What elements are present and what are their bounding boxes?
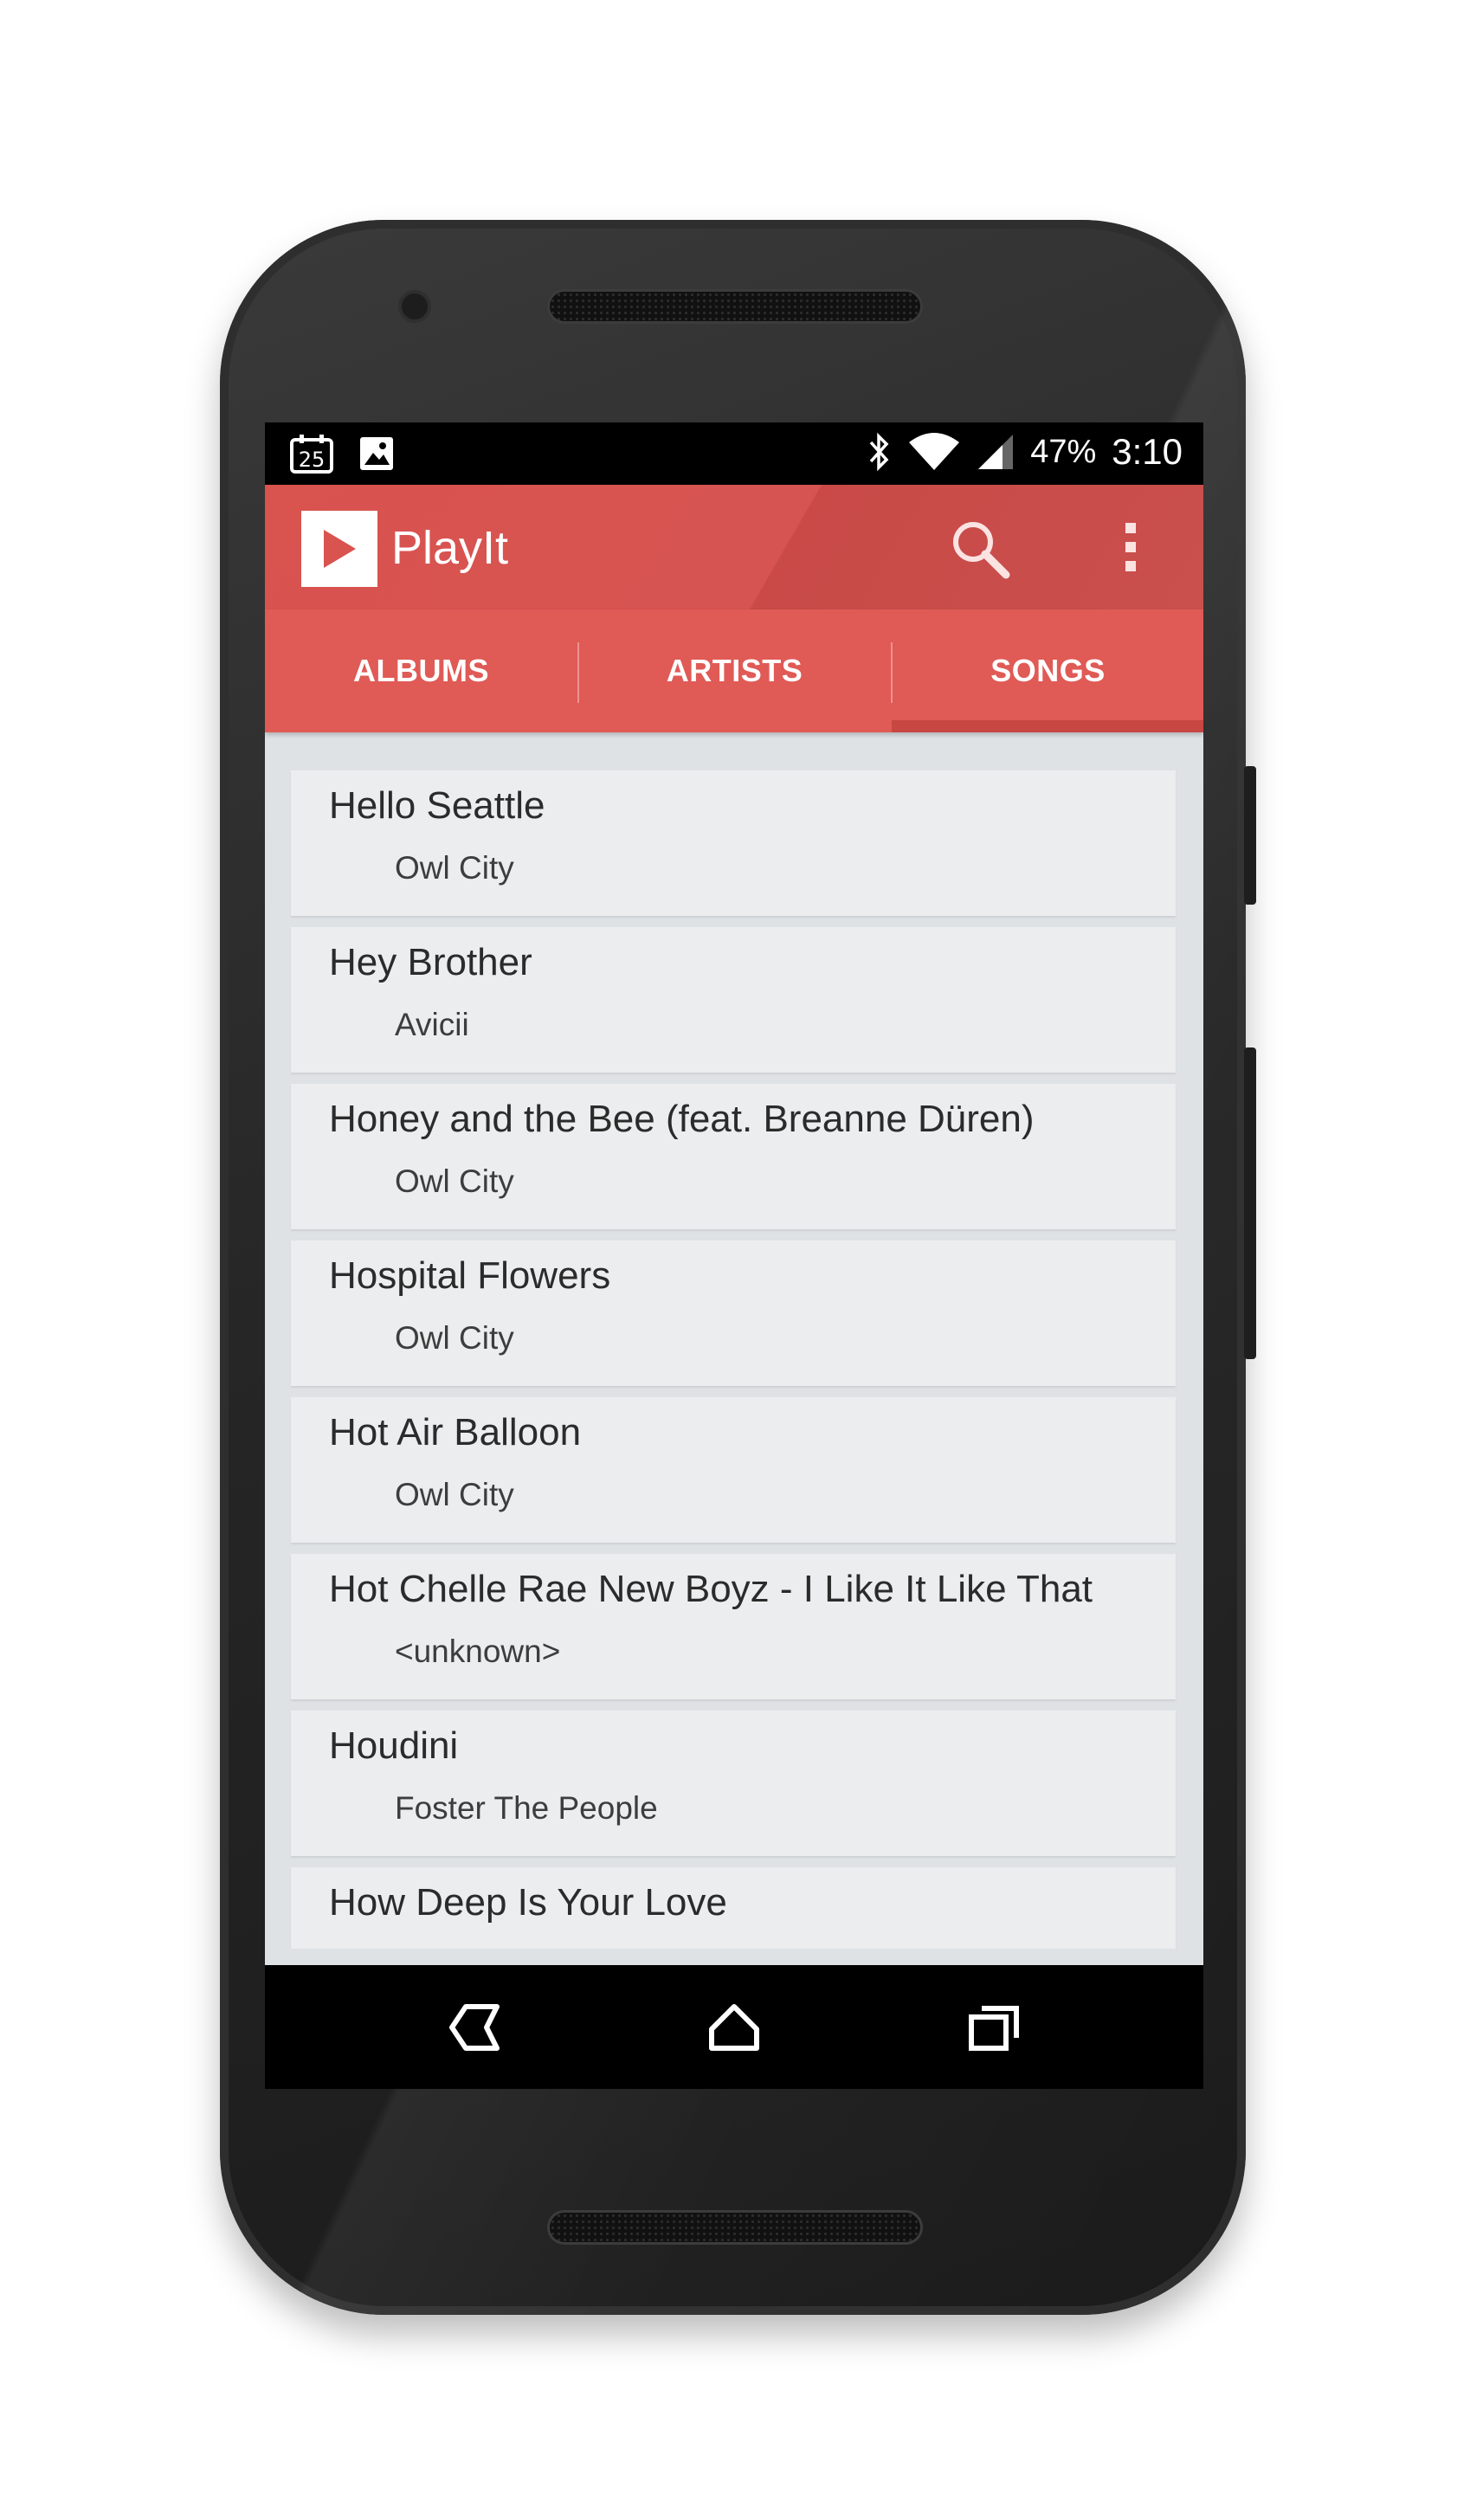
- song-title: Houdini: [329, 1724, 459, 1767]
- navigation-bar: [265, 1965, 1203, 2089]
- song-title: Hot Chelle Rae New Boyz - I Like It Like…: [329, 1568, 1093, 1610]
- home-icon[interactable]: [706, 2000, 762, 2055]
- calendar-day: 25: [299, 448, 326, 472]
- app-logo: [301, 511, 377, 587]
- power-button: [1244, 766, 1256, 905]
- front-camera: [398, 290, 431, 323]
- app-bar: PlayIt: [265, 485, 1203, 609]
- song-artist: Avicii: [395, 1007, 469, 1042]
- song-title: Hot Air Balloon: [329, 1411, 582, 1453]
- back-icon[interactable]: [447, 2000, 502, 2055]
- tab-artists[interactable]: ARTISTS: [578, 609, 891, 732]
- wifi-icon: [909, 433, 960, 470]
- song-item[interactable]: Hospital Flowers Owl City: [291, 1241, 1176, 1386]
- song-item[interactable]: Hello Seattle Owl City: [291, 770, 1176, 916]
- tab-bar: ALBUMS ARTISTS SONGS: [265, 609, 1203, 732]
- image-icon: [360, 437, 393, 470]
- search-icon[interactable]: [949, 518, 1011, 580]
- song-item[interactable]: Houdini Foster The People: [291, 1711, 1176, 1856]
- song-item[interactable]: Hot Chelle Rae New Boyz - I Like It Like…: [291, 1554, 1176, 1699]
- battery-percent: 47%: [1030, 433, 1097, 470]
- song-title: Hospital Flowers: [329, 1254, 611, 1297]
- bottom-speaker: [547, 2210, 923, 2245]
- song-item[interactable]: Honey and the Bee (feat. Breanne Düren) …: [291, 1084, 1176, 1229]
- song-artist: Owl City: [395, 1477, 514, 1512]
- song-artist: Foster The People: [395, 1790, 658, 1826]
- song-artist: <unknown>: [395, 1634, 561, 1669]
- song-artist: Owl City: [395, 850, 514, 886]
- status-bar: 25 47% 3:10: [265, 422, 1203, 485]
- song-title: Hey Brother: [329, 941, 532, 983]
- song-item[interactable]: How Deep Is Your Love: [291, 1867, 1176, 1949]
- app-title: PlayIt: [391, 522, 509, 574]
- calendar-icon: 25: [290, 435, 333, 474]
- song-title: Honey and the Bee (feat. Breanne Düren): [329, 1098, 1035, 1140]
- song-list[interactable]: Hello Seattle Owl City Hey Brother Avici…: [265, 732, 1203, 1949]
- song-item[interactable]: Hot Air Balloon Owl City: [291, 1397, 1176, 1543]
- signal-icon: [978, 435, 1014, 469]
- song-title: How Deep Is Your Love: [329, 1881, 727, 1924]
- tab-songs[interactable]: SONGS: [892, 609, 1203, 732]
- recents-icon[interactable]: [966, 2000, 1022, 2055]
- tab-selected-indicator: [892, 720, 1203, 732]
- screen: 25 47% 3:10 PlayIt ALBUMS ARTISTS SONGS …: [265, 422, 1203, 2089]
- top-speaker: [547, 289, 923, 324]
- tab-albums[interactable]: ALBUMS: [265, 609, 577, 732]
- song-item[interactable]: Hey Brother Avicii: [291, 927, 1176, 1073]
- song-artist: Owl City: [395, 1163, 514, 1199]
- song-artist: Owl City: [395, 1320, 514, 1356]
- clock: 3:10: [1112, 431, 1183, 472]
- song-title: Hello Seattle: [329, 784, 545, 827]
- bluetooth-icon: [869, 432, 889, 472]
- more-vert-icon[interactable]: [1122, 519, 1139, 575]
- volume-button: [1244, 1047, 1256, 1359]
- play-icon: [324, 530, 356, 568]
